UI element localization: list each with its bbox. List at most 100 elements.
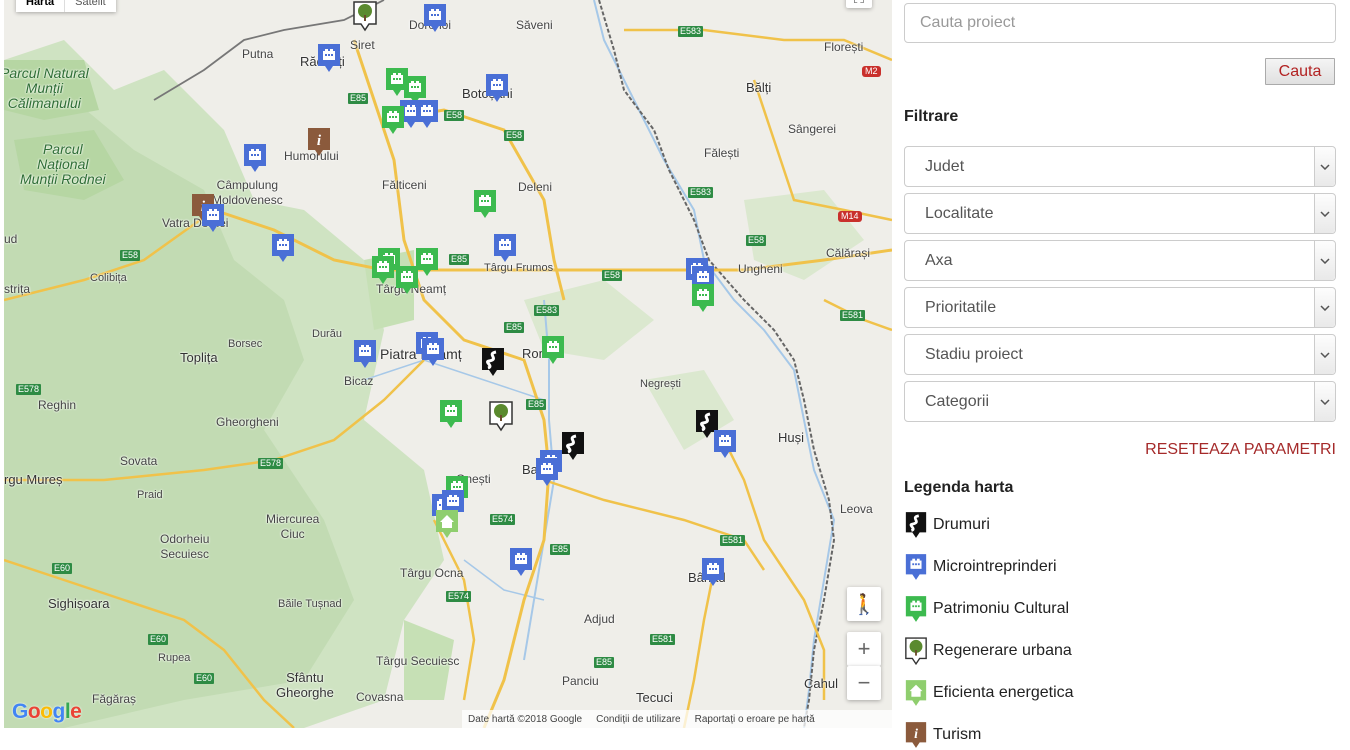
map-marker-drumuri[interactable] [480,346,506,378]
map-marker-patrimoniu-cultural[interactable] [370,254,396,286]
place-durau: Durău [312,328,342,340]
legend-item-regenerare-urbana: Regenerare urbana [904,636,1072,666]
patrimoniu-cultural-icon [396,266,418,294]
map-terms-link[interactable]: Condiții de utilizare [596,714,681,725]
map-marker-microintreprindere[interactable] [712,428,738,460]
drumuri-icon [904,510,928,540]
place-deleni: Deleni [518,180,553,194]
map-report-link[interactable]: Raportați o eroare pe hartă [695,714,815,725]
map-marker-patrimoniu-cultural[interactable] [540,334,566,366]
map-marker-eficienta-energetica[interactable] [434,508,460,540]
filter-select-stadiu-proiect[interactable]: Stadiu proiect [904,334,1336,375]
map-marker-patrimoniu-cultural[interactable] [380,104,406,136]
place-calimani: Parcul Natural Munții Călimanului [4,65,89,111]
road-e85b: E85 [449,254,470,265]
map-marker-microintreprindere[interactable] [492,232,518,264]
chevron-down-icon [1314,194,1335,233]
eficienta-energetica-icon [904,678,928,708]
legend-item-patrimoniu-cultural: Patrimoniu Cultural [904,594,1069,624]
search-button[interactable]: Cauta [1265,58,1335,85]
filter-select-prioritatile[interactable]: Prioritatile [904,287,1336,328]
microintreprindere-icon [904,552,928,582]
filter-select-label: Categorii [925,392,990,410]
patrimoniu-cultural-icon [382,106,404,134]
place-balti: Bălți [746,80,772,95]
filter-select-label: Prioritatile [925,298,997,316]
map-type-control[interactable]: Hartă Satelit [16,0,116,12]
map-marker-microintreprindere[interactable] [242,142,268,174]
road-e60c: E60 [194,673,215,684]
road-e85f: E85 [594,657,615,668]
filter-select-localitate[interactable]: Localitate [904,193,1336,234]
road-e85e: E85 [550,544,571,555]
place-fagaras: Făgăraș [92,692,137,706]
road-e85a: E85 [348,93,369,104]
map-marker-patrimoniu-cultural[interactable] [394,264,420,296]
road-e583b: E583 [688,187,714,198]
filter-select-label: Axa [925,251,953,269]
map-type-map[interactable]: Hartă [16,0,66,12]
road-e581c: E581 [840,310,866,321]
road-e58c: E58 [120,250,141,261]
microintreprindere-icon [424,4,446,32]
map-marker-microintreprindere[interactable] [352,338,378,370]
map-marker-regenerare-urbana[interactable] [352,0,378,32]
legend-label: Patrimoniu Cultural [933,600,1070,617]
map-marker-patrimoniu-cultural[interactable] [472,188,498,220]
filter-select-label: Judet [925,157,965,175]
place-reghin: Reghin [38,398,77,412]
map-marker-microintreprindere[interactable] [420,336,446,368]
microintreprindere-icon [422,338,444,366]
filter-select-axa[interactable]: Axa [904,240,1336,281]
search-input[interactable] [904,3,1336,43]
road-e58a: E58 [444,110,465,121]
patrimoniu-cultural-icon [542,336,564,364]
patrimoniu-cultural-icon [904,594,928,624]
map-attribution: Date hartă ©2018 Google [468,713,583,725]
road-e583c: E583 [534,305,560,316]
map-marker-microintreprindere[interactable] [534,456,560,488]
map-type-satellite[interactable]: Satelit [65,0,116,12]
road-e574a: E574 [490,514,516,525]
place-ungheni: Ungheni [738,262,783,276]
microintreprindere-icon [702,558,724,586]
map-marker-microintreprindere[interactable] [270,232,296,264]
fullscreen-icon[interactable]: ⛶ [846,0,872,8]
patrimoniu-cultural-icon [372,256,394,284]
road-m2: M2 [862,66,881,77]
map-marker-microintreprindere[interactable] [422,2,448,34]
map-marker-patrimoniu-cultural[interactable] [690,282,716,314]
place-gheorgheni: Gheorgheni [216,415,279,429]
street-view-pegman-icon[interactable]: 🚶 [847,587,881,621]
filter-select-judet[interactable]: Judet [904,146,1336,187]
zoom-out-button[interactable]: − [847,666,881,700]
place-cahul: Cahul [804,676,838,691]
legend-item-drumuri: Drumuri [904,510,990,540]
sidebar: Cauta Filtrare Judet Localitate Axa Priorit… [904,0,1336,750]
place-calarasi: Călărași [826,246,871,260]
project-map[interactable]: Siret Dorohoi Săveni Florești Putna Rădă… [4,0,892,728]
map-marker-microintreprindere[interactable] [508,546,534,578]
road-e574b: E574 [446,591,472,602]
filter-select-categorii[interactable]: Categorii [904,381,1336,422]
patrimoniu-cultural-icon [474,190,496,218]
place-sangerei: Sângerei [788,122,837,136]
map-marker-patrimoniu-cultural[interactable] [438,398,464,430]
reset-parameters-link[interactable]: RESETEAZA PARAMETRI [1145,441,1336,459]
place-targu-ocna: Târgu Ocna [400,566,464,580]
place-panciu: Panciu [562,674,599,688]
chevron-down-icon [1314,147,1335,186]
map-marker-regenerare-urbana[interactable] [488,400,514,432]
map-marker-microintreprindere[interactable] [484,72,510,104]
map-marker-microintreprindere[interactable] [200,202,226,234]
place-bistrita: strița [4,282,31,296]
map-marker-microintreprindere[interactable] [700,556,726,588]
map-marker-microintreprindere[interactable] [414,98,440,130]
zoom-in-button[interactable]: + [847,632,881,666]
map-marker-turism[interactable]: i [306,126,332,158]
turism-icon: i [904,720,928,750]
road-e58b: E58 [504,130,525,141]
place-rodnei: Parcul Național Munții Rodnei [20,141,106,187]
map-marker-microintreprindere[interactable] [316,42,342,74]
place-bicaz: Bicaz [344,374,374,388]
